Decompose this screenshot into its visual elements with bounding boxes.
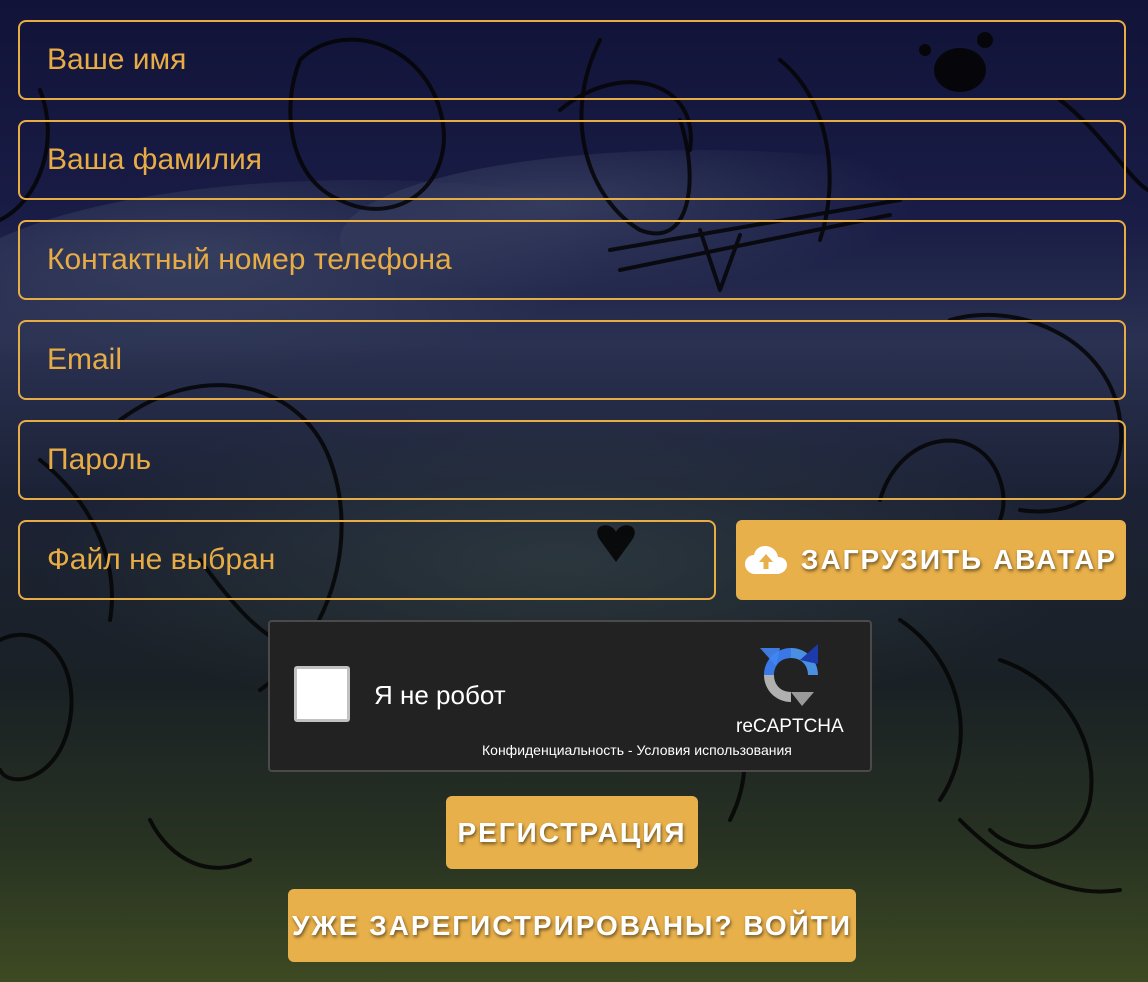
upload-avatar-label: ЗАГРУЗИТЬ АВАТАР <box>800 544 1118 575</box>
login-label: УЖЕ ЗАРЕГИСТРИРОВАНЫ? ВОЙТИ <box>291 909 853 941</box>
recaptcha-brand: reCAPTCHA <box>736 716 844 737</box>
upload-avatar-button[interactable]: ЗАГРУЗИТЬ АВАТАР <box>736 520 1126 600</box>
recaptcha-checkbox[interactable] <box>294 666 350 722</box>
last-name-input[interactable] <box>18 120 1126 200</box>
avatar-file-field[interactable]: Файл не выбран <box>18 520 716 600</box>
register-label: РЕГИСТРАЦИЯ <box>457 816 687 848</box>
password-input[interactable] <box>18 420 1126 500</box>
cloud-upload-icon <box>744 546 787 574</box>
privacy-link[interactable]: Конфиденциальность <box>482 742 624 758</box>
register-button[interactable]: РЕГИСТРАЦИЯ <box>446 796 698 869</box>
phone-input[interactable] <box>18 220 1126 300</box>
recaptcha-widget: Я не робот reCAPTCHA Конфиденциальность … <box>268 620 872 772</box>
recaptcha-logo-icon <box>760 644 818 706</box>
first-name-input[interactable] <box>18 20 1126 100</box>
email-input[interactable] <box>18 320 1126 400</box>
recaptcha-label: Я не робот <box>374 680 506 710</box>
links-separator: - <box>624 742 637 758</box>
terms-link[interactable]: Условия использования <box>636 742 791 758</box>
recaptcha-links: Конфиденциальность - Условия использован… <box>482 742 792 758</box>
file-status-text: Файл не выбран <box>47 543 276 576</box>
login-button[interactable]: УЖЕ ЗАРЕГИСТРИРОВАНЫ? ВОЙТИ <box>288 889 856 962</box>
